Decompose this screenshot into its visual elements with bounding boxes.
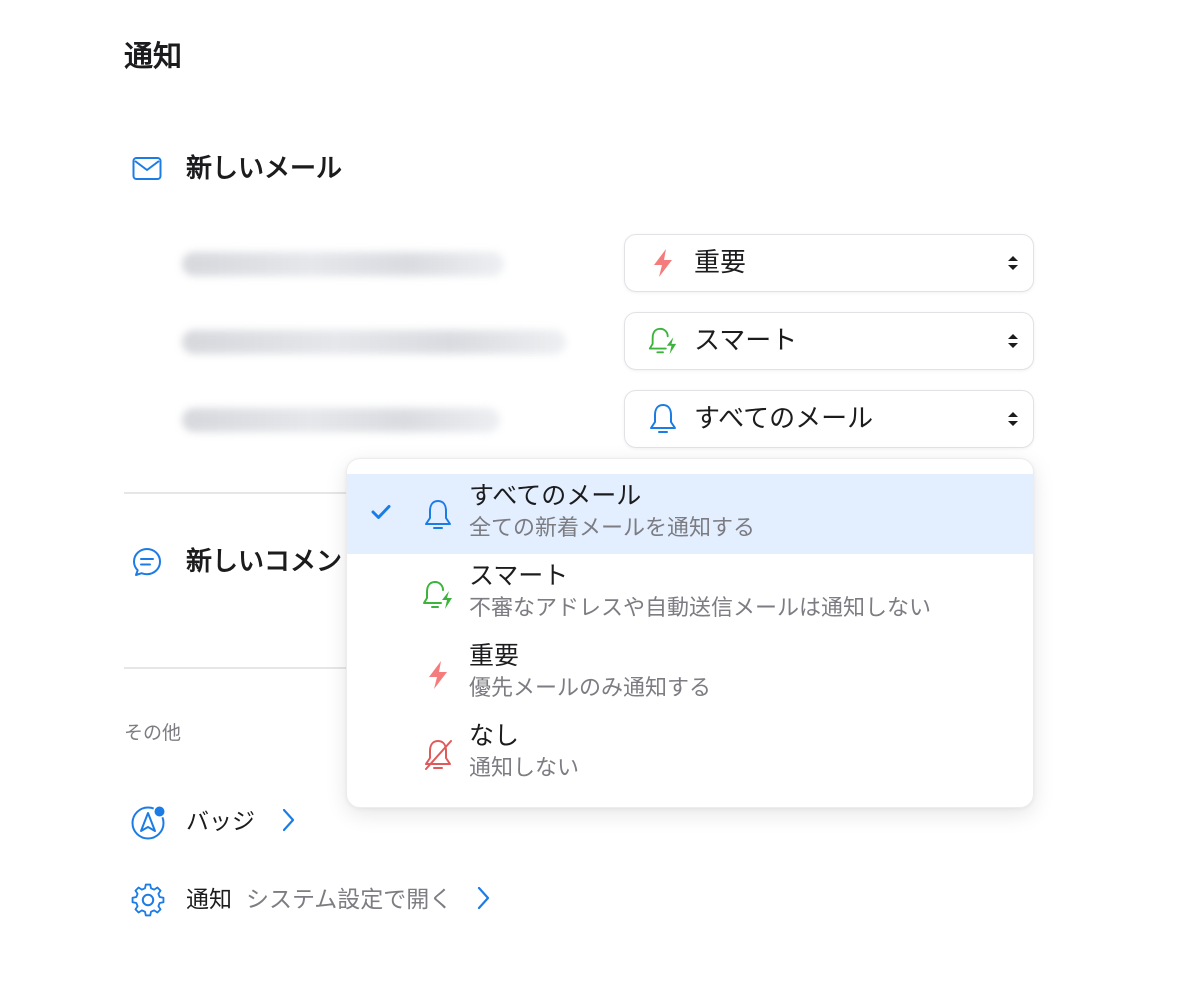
bell-off-icon bbox=[421, 738, 455, 772]
badge-row[interactable]: バッジ bbox=[130, 804, 295, 840]
new-mail-title: 新しいメール bbox=[186, 154, 343, 184]
option-title: すべてのメール bbox=[469, 481, 642, 510]
open-system-settings-label: システム設定で開く bbox=[246, 887, 453, 913]
account-label bbox=[182, 252, 504, 276]
up-down-chevron-icon bbox=[1007, 332, 1019, 354]
notification-mode-menu: すべてのメール 全ての新着メールを通知する スマート 不審なアドレスや自動送信メ… bbox=[346, 458, 1034, 808]
new-mail-header: 新しいメール bbox=[132, 151, 342, 187]
option-description: 通知しない bbox=[469, 756, 580, 781]
menu-option-smart[interactable]: スマート 不審なアドレスや自動送信メールは通知しない bbox=[347, 554, 1033, 634]
option-description: 不審なアドレスや自動送信メールは通知しない bbox=[469, 596, 932, 621]
other-section-label: その他 bbox=[124, 722, 182, 744]
option-title: スマート bbox=[469, 561, 569, 590]
select-value: 重要 bbox=[694, 248, 747, 278]
notification-mode-select[interactable]: 重要 bbox=[624, 234, 1034, 292]
select-value: すべてのメール bbox=[694, 404, 874, 434]
menu-option-all-mail[interactable]: すべてのメール 全ての新着メールを通知する bbox=[347, 474, 1033, 554]
account-label bbox=[182, 408, 500, 432]
menu-option-none[interactable]: なし 通知しない bbox=[347, 714, 1033, 794]
badge-label: バッジ bbox=[186, 809, 255, 835]
notifications-label: 通知 bbox=[186, 887, 232, 913]
mail-icon bbox=[132, 156, 162, 182]
badge-icon bbox=[130, 804, 166, 840]
up-down-chevron-icon bbox=[1007, 410, 1019, 432]
bell-icon bbox=[647, 403, 679, 435]
smart-bell-icon bbox=[421, 578, 455, 612]
option-description: 優先メールのみ通知する bbox=[469, 676, 712, 701]
bell-icon bbox=[421, 498, 455, 532]
option-title: なし bbox=[469, 721, 520, 750]
bolt-icon bbox=[647, 247, 679, 279]
option-description: 全ての新着メールを通知する bbox=[469, 516, 756, 541]
new-comments-title: 新しいコメン bbox=[186, 547, 343, 577]
account-label bbox=[182, 330, 566, 354]
up-down-chevron-icon bbox=[1007, 254, 1019, 276]
bolt-icon bbox=[421, 658, 455, 692]
gear-icon bbox=[130, 882, 166, 918]
smart-bell-icon bbox=[647, 325, 679, 357]
comment-icon bbox=[132, 547, 162, 577]
option-title: 重要 bbox=[469, 641, 520, 670]
notification-mode-select[interactable]: すべてのメール bbox=[624, 390, 1034, 448]
new-comments-header: 新しいコメン bbox=[132, 544, 342, 580]
page-title: 通知 bbox=[124, 39, 183, 73]
select-value: スマート bbox=[694, 326, 798, 356]
checkmark-icon bbox=[371, 504, 391, 524]
menu-option-important[interactable]: 重要 優先メールのみ通知する bbox=[347, 634, 1033, 714]
system-notifications-row[interactable]: 通知 システム設定で開く bbox=[130, 882, 490, 918]
chevron-right-icon bbox=[281, 808, 295, 836]
notification-mode-select[interactable]: スマート bbox=[624, 312, 1034, 370]
chevron-right-icon bbox=[476, 886, 490, 914]
